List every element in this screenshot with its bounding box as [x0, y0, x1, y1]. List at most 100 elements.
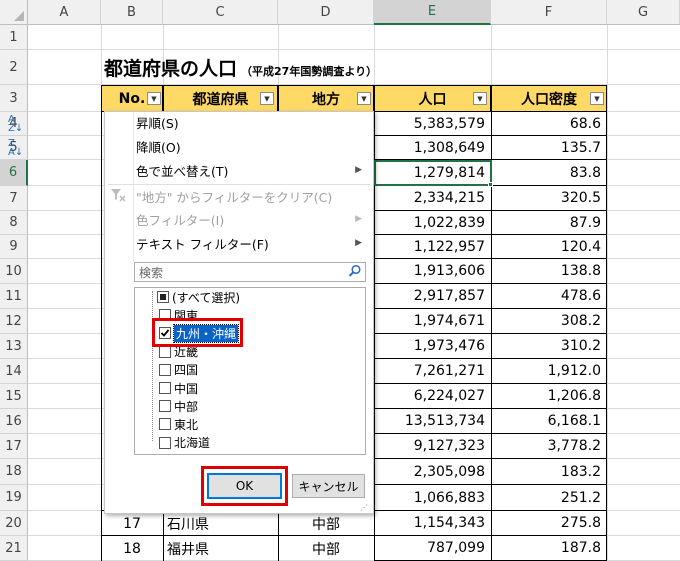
column-header-g[interactable]: G — [607, 0, 680, 25]
filter-dropdown-pref[interactable]: ▼ — [260, 92, 274, 105]
filter-item-label: 東北 — [174, 417, 199, 432]
cell-no[interactable]: 18 — [101, 536, 163, 561]
checkbox[interactable] — [159, 418, 171, 431]
cell-density[interactable]: 1,206.8 — [491, 384, 607, 409]
row-header[interactable]: 17 — [0, 434, 28, 459]
row-header[interactable]: 18 — [0, 459, 28, 485]
row-header[interactable]: 16 — [0, 409, 28, 434]
checkbox[interactable] — [159, 400, 171, 413]
cell-density[interactable]: 68.6 — [491, 112, 607, 136]
row-header[interactable]: 20 — [0, 511, 28, 536]
cell-density[interactable]: 308.2 — [491, 309, 607, 334]
row-header[interactable]: 13 — [0, 334, 28, 359]
filter-dropdown-no[interactable]: ▼ — [147, 92, 161, 105]
filter-dropdown-density[interactable]: ▼ — [590, 92, 604, 105]
cell-population[interactable]: 787,099 — [374, 536, 491, 561]
resize-grip-icon[interactable]: ⋰ — [360, 503, 368, 512]
cell-density[interactable]: 3,778.2 — [491, 434, 607, 459]
row-header[interactable]: 12 — [0, 309, 28, 334]
cell-density[interactable]: 478.6 — [491, 284, 607, 309]
cell-population[interactable]: 1,308,649 — [374, 136, 491, 160]
row-header[interactable]: 8 — [0, 211, 28, 235]
fill-handle[interactable] — [488, 182, 493, 187]
column-header-b[interactable]: B — [101, 0, 163, 25]
cell-density[interactable]: 6,168.1 — [491, 409, 607, 434]
filter-dropdown-pop[interactable]: ▼ — [473, 92, 487, 105]
cell-density[interactable]: 135.7 — [491, 136, 607, 160]
cell-density[interactable]: 1,912.0 — [491, 359, 607, 384]
cell-population[interactable]: 7,261,271 — [374, 359, 491, 384]
row-header[interactable]: 2 — [0, 50, 28, 85]
row-header[interactable]: 15 — [0, 384, 28, 409]
cell-population[interactable]: 1,066,883 — [374, 485, 491, 511]
menu-color-filter[interactable]: 色フィルター(I) ▶ — [136, 208, 372, 230]
filter-item[interactable]: 東北 — [159, 415, 198, 433]
column-header-e[interactable]: E — [374, 0, 491, 25]
row-header[interactable]: 11 — [0, 284, 28, 309]
cell-density[interactable]: 138.8 — [491, 259, 607, 284]
row-header[interactable]: 19 — [0, 485, 28, 511]
row-header[interactable]: 21 — [0, 536, 28, 561]
filter-item[interactable]: 中部 — [159, 397, 198, 415]
cell-density[interactable]: 310.2 — [491, 334, 607, 359]
filter-item[interactable]: 北海道 — [159, 434, 210, 452]
checkbox[interactable] — [159, 436, 171, 449]
filter-dropdown-region[interactable]: ▼ — [357, 92, 371, 105]
cell-region[interactable]: 中部 — [278, 511, 374, 536]
filter-item[interactable]: 中国 — [159, 379, 198, 397]
menu-sort-ascending[interactable]: 昇順(S) — [136, 111, 372, 133]
cell-population[interactable]: 1,154,343 — [374, 511, 491, 536]
filter-item[interactable]: 四国 — [159, 361, 198, 379]
row-header[interactable]: 3 — [0, 85, 28, 112]
cell-density[interactable]: 87.9 — [491, 211, 607, 235]
cell-pref[interactable]: 福井県 — [163, 536, 278, 561]
header-region-label: 地方 — [312, 91, 340, 108]
cell-no[interactable]: 17 — [101, 511, 163, 536]
cell-population[interactable]: 2,334,215 — [374, 186, 491, 211]
cancel-button[interactable]: キャンセル — [292, 474, 365, 498]
cell-pref[interactable]: 石川県 — [163, 511, 278, 536]
cell-density[interactable]: 251.2 — [491, 485, 607, 511]
cell-population[interactable]: 5,383,579 — [374, 112, 491, 136]
cell-population[interactable]: 1,122,957 — [374, 235, 491, 259]
row-header[interactable]: 10 — [0, 259, 28, 284]
column-header-c[interactable]: C — [163, 0, 278, 25]
menu-sort-descending[interactable]: 降順(O) — [136, 135, 372, 157]
column-header-d[interactable]: D — [278, 0, 374, 25]
cell-population[interactable]: 2,917,857 — [374, 284, 491, 309]
checkbox[interactable] — [159, 363, 171, 376]
cell-population[interactable]: 1,974,671 — [374, 309, 491, 334]
row-header[interactable]: 1 — [0, 25, 28, 50]
menu-sort-by-color[interactable]: 色で並べ替え(T) ▶ — [136, 159, 372, 181]
checkbox[interactable] — [157, 291, 169, 303]
menu-text-filter[interactable]: テキスト フィルター(F) ▶ — [136, 232, 372, 254]
ok-button[interactable]: OK — [207, 473, 282, 499]
cell-population[interactable]: 1,973,476 — [374, 334, 491, 359]
cell-region[interactable]: 中部 — [278, 536, 374, 561]
select-all-corner[interactable] — [0, 0, 28, 25]
checkbox[interactable] — [159, 382, 171, 394]
cell-density[interactable]: 183.2 — [491, 459, 607, 485]
cell-density[interactable]: 187.8 — [491, 536, 607, 561]
checkbox[interactable] — [159, 345, 171, 358]
row-header[interactable]: 7 — [0, 186, 28, 211]
menu-sort-by-color-label: 色で並べ替え(T) — [136, 163, 229, 179]
cell-population[interactable]: 13,513,734 — [374, 409, 491, 434]
row-header[interactable]: 9 — [0, 235, 28, 259]
cell-population[interactable]: 1,022,839 — [374, 211, 491, 235]
filter-item[interactable]: (すべて選択) — [157, 288, 240, 306]
filter-search-input[interactable]: 検索 — [134, 262, 366, 282]
column-header-a[interactable]: A — [28, 0, 101, 25]
cell-density[interactable]: 120.4 — [491, 235, 607, 259]
row-header[interactable]: 14 — [0, 359, 28, 384]
cell-density[interactable]: 83.8 — [491, 160, 607, 186]
column-header-f[interactable]: F — [491, 0, 607, 25]
cell-population[interactable]: 2,305,098 — [374, 459, 491, 485]
cell-density[interactable]: 275.8 — [491, 511, 607, 536]
cell-population[interactable]: 1,913,606 — [374, 259, 491, 284]
cell-density[interactable]: 320.5 — [491, 186, 607, 211]
cell-population[interactable]: 6,224,027 — [374, 384, 491, 409]
menu-clear-filter[interactable]: "地方" からフィルターをクリア(C) — [136, 185, 372, 207]
cell-population[interactable]: 9,127,323 — [374, 434, 491, 459]
row-header[interactable]: 6 — [0, 160, 28, 186]
